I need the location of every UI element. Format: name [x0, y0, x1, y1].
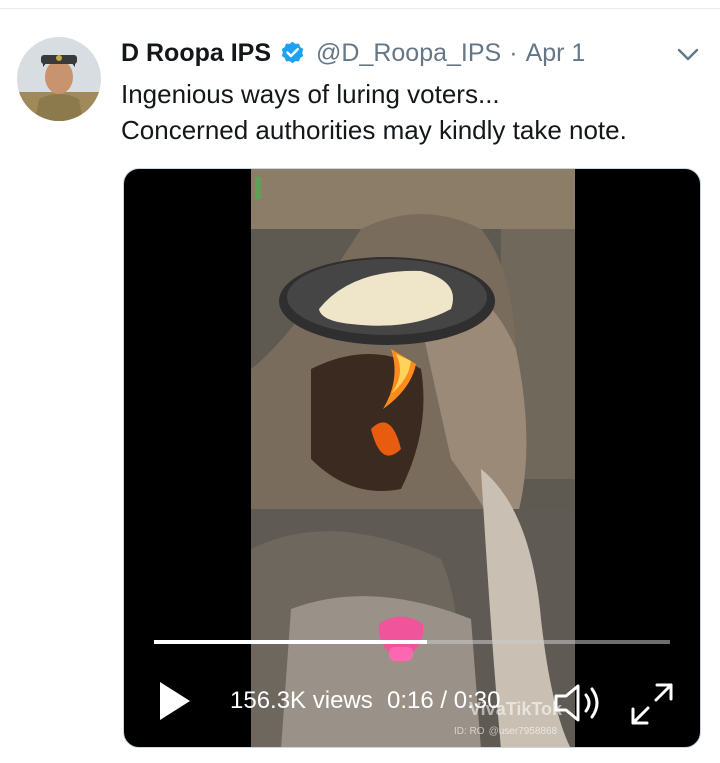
tweet-header: D Roopa IPS @D_Roopa_IPS · Apr 1 — [121, 36, 585, 70]
video-time: 0:16 / 0:30 — [387, 687, 501, 714]
author-name[interactable]: D Roopa IPS — [121, 39, 271, 68]
avatar[interactable] — [17, 37, 101, 121]
video-progress-fill — [154, 640, 428, 644]
top-divider — [0, 8, 720, 9]
avatar-image — [17, 37, 101, 121]
video-progress-bar[interactable] — [154, 640, 670, 644]
view-count: 156.3K views — [230, 687, 373, 714]
tweet-text-line: Concerned authorities may kindly take no… — [121, 115, 627, 145]
separator-dot: · — [509, 38, 518, 67]
video-still — [251, 169, 575, 747]
video-frame[interactable] — [251, 169, 575, 747]
volume-icon[interactable] — [552, 681, 604, 725]
video-controls: 156.3K views 0:16 / 0:30 — [124, 669, 700, 729]
tweet-text-line: Ingenious ways of luring voters... — [121, 79, 500, 109]
play-icon[interactable] — [156, 679, 194, 723]
chevron-down-icon[interactable] — [673, 42, 703, 66]
fullscreen-icon[interactable] — [629, 681, 675, 727]
video-player[interactable]: VivaTikTok ID: RO @user7958868 156.3K vie… — [123, 168, 701, 748]
verified-badge-icon — [279, 40, 306, 67]
tweet-text: Ingenious ways of luring voters... Conce… — [121, 76, 701, 148]
tweet-date[interactable]: Apr 1 — [526, 39, 586, 68]
author-handle[interactable]: @D_Roopa_IPS — [316, 39, 501, 68]
